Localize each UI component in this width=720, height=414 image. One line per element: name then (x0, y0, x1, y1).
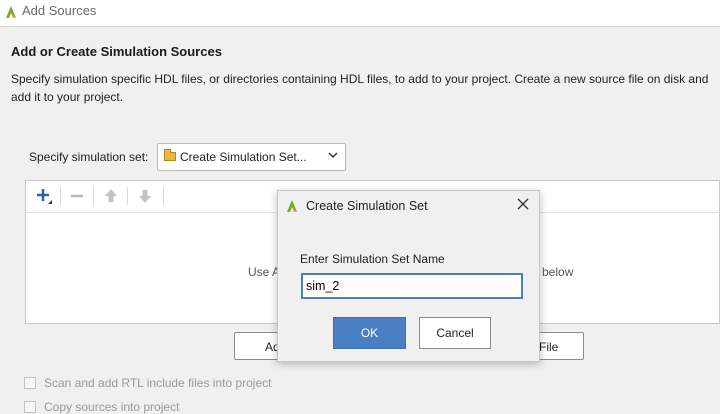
simulation-set-name-input[interactable] (301, 273, 523, 299)
folder-icon (164, 149, 176, 161)
add-icon[interactable] (32, 185, 54, 207)
copy-sources-option[interactable]: Copy sources into project (24, 400, 179, 414)
panel-hint-left: Use A (248, 265, 281, 279)
copy-sources-checkbox[interactable] (24, 401, 36, 413)
toolbar-divider (127, 187, 128, 205)
page-description: Specify simulation specific HDL files, o… (11, 72, 709, 104)
page-heading: Add or Create Simulation Sources (11, 44, 222, 59)
cancel-button[interactable]: Cancel (419, 317, 491, 349)
toolbar-divider (60, 187, 61, 205)
remove-icon[interactable] (66, 185, 88, 207)
simulation-set-label: Specify simulation set: (29, 150, 149, 164)
vivado-logo-icon (285, 198, 299, 219)
create-file-label: File (539, 340, 559, 354)
simulation-set-selected: Create Simulation Set... (180, 150, 307, 164)
scan-rtl-label: Scan and add RTL include files into proj… (44, 376, 272, 390)
scan-rtl-checkbox[interactable] (24, 377, 36, 389)
dialog-title: Create Simulation Set (306, 199, 428, 213)
scan-rtl-option[interactable]: Scan and add RTL include files into proj… (24, 376, 271, 390)
toolbar-divider (93, 187, 94, 205)
vivado-logo-icon (4, 4, 18, 25)
simulation-set-dropdown[interactable]: Create Simulation Set... (157, 143, 346, 171)
panel-hint-right: below (542, 265, 574, 279)
close-icon[interactable] (516, 197, 530, 215)
chevron-down-icon (327, 149, 339, 164)
move-up-icon[interactable] (100, 185, 122, 207)
copy-sources-label: Copy sources into project (44, 400, 180, 414)
ok-button[interactable]: OK (333, 317, 406, 349)
title-bar: Add Sources (0, 0, 720, 27)
move-down-icon[interactable] (134, 185, 156, 207)
create-simulation-set-dialog: Create Simulation Set Enter Simulation S… (277, 190, 540, 362)
toolbar-divider (163, 187, 164, 205)
simulation-set-name-label: Enter Simulation Set Name (300, 252, 445, 266)
window-title: Add Sources (22, 3, 97, 18)
